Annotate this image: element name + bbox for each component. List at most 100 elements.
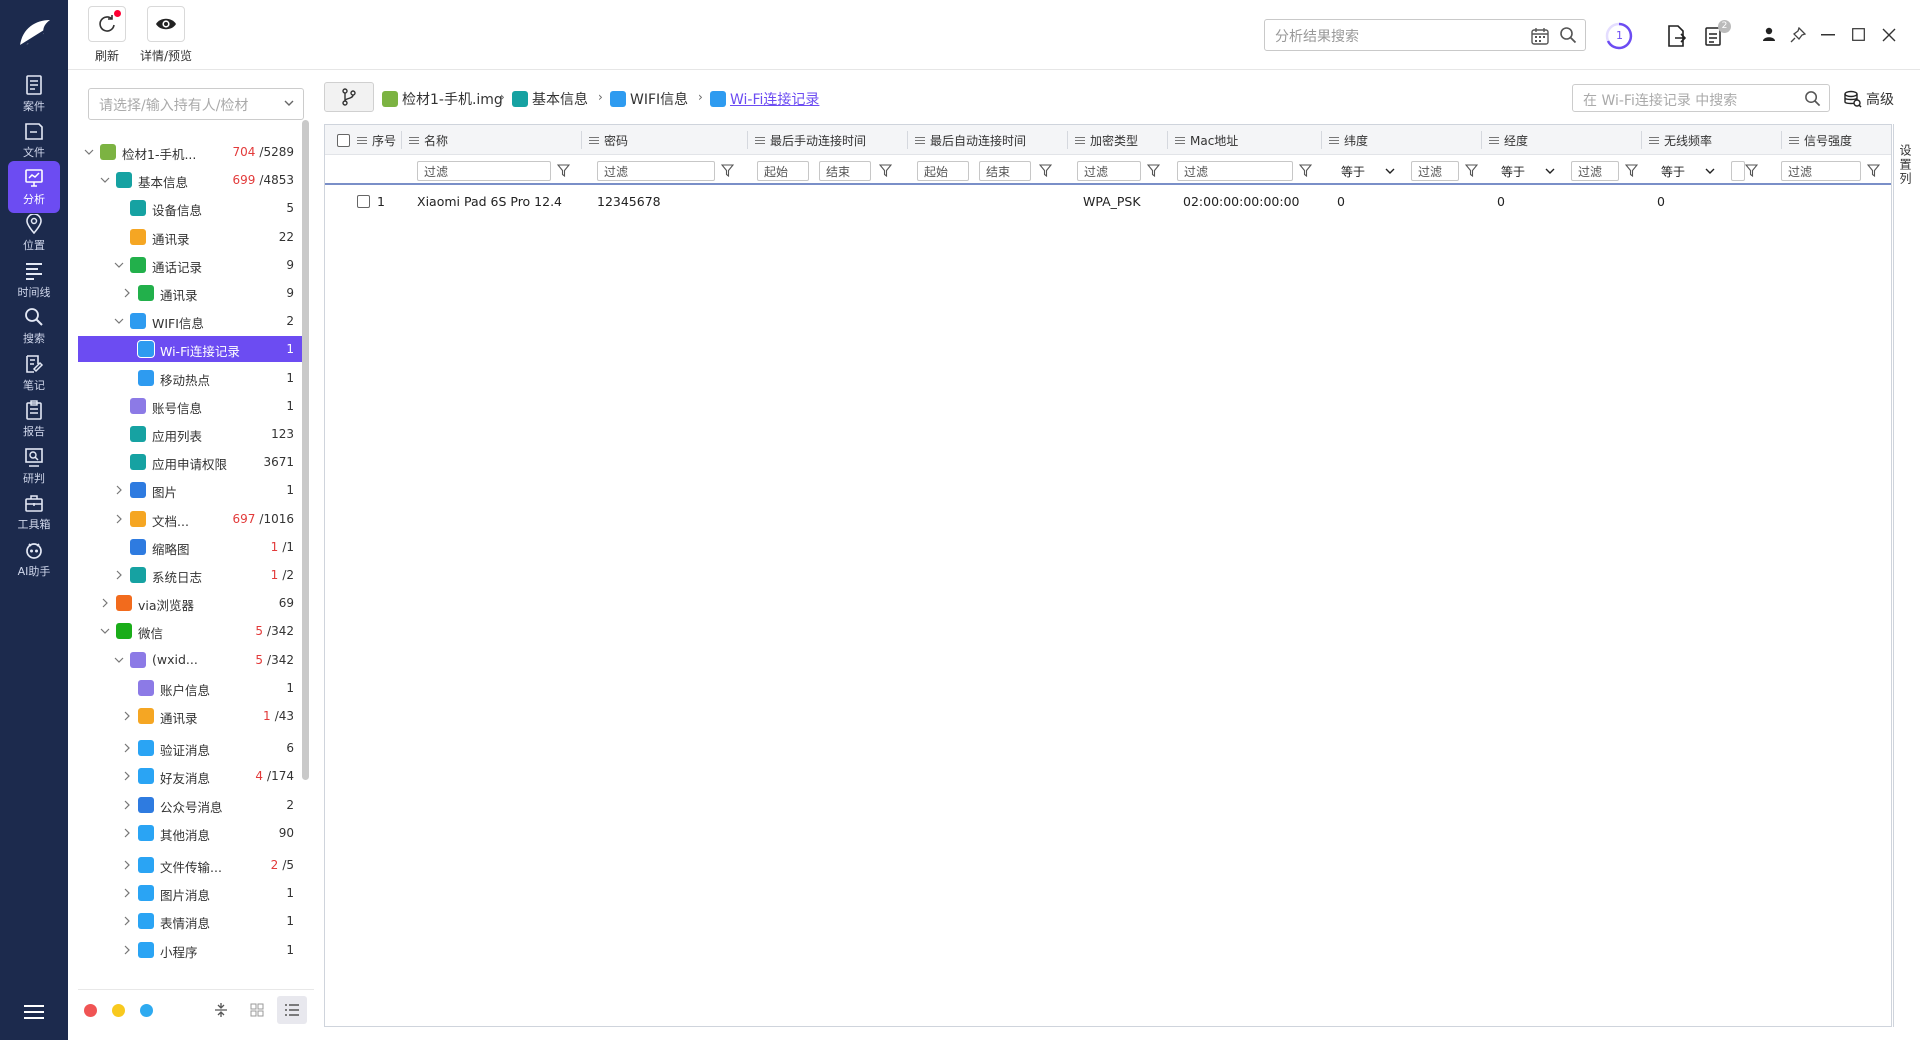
tree-item[interactable]: via浏览器 69: [78, 590, 302, 616]
tree-item[interactable]: 基本信息 699/4853: [78, 167, 302, 193]
chevron-right-icon[interactable]: [122, 800, 132, 810]
tree-item[interactable]: 设备信息 5: [78, 195, 302, 221]
tree-item[interactable]: 通讯录 1/43: [78, 703, 302, 729]
chevron-right-icon[interactable]: [122, 288, 132, 298]
drag-handle-icon[interactable]: [409, 136, 419, 144]
tree-item[interactable]: 图片消息 1: [78, 880, 302, 906]
column-header[interactable]: 名称: [409, 125, 448, 155]
column-header[interactable]: 最后手动连接时间: [755, 125, 866, 155]
chevron-right-icon[interactable]: [122, 860, 132, 870]
operator-select[interactable]: 等于: [1337, 161, 1399, 181]
filter-icon[interactable]: [1625, 164, 1638, 177]
filter-input[interactable]: [1731, 161, 1745, 181]
tree-item[interactable]: 文档... 697/1016: [78, 506, 302, 532]
column-header[interactable]: 密码: [589, 125, 628, 155]
filter-icon[interactable]: [1039, 164, 1052, 177]
table-search-input[interactable]: 在 Wi-Fi连接记录 中搜索: [1572, 84, 1830, 112]
drag-handle-icon[interactable]: [1329, 136, 1339, 144]
filter-icon[interactable]: [721, 164, 734, 177]
chevron-right-icon[interactable]: [114, 485, 124, 495]
chevron-down-icon[interactable]: [114, 260, 124, 270]
column-divider[interactable]: [401, 131, 402, 149]
drag-handle-icon[interactable]: [1489, 136, 1499, 144]
operator-select[interactable]: 等于: [1657, 161, 1719, 181]
tree-scrollbar[interactable]: [302, 120, 309, 780]
drag-handle-icon[interactable]: [1649, 136, 1659, 144]
tree-item[interactable]: 账户信息 1: [78, 675, 302, 701]
filter-input[interactable]: 过滤: [1177, 161, 1293, 181]
tree-item[interactable]: Wi-Fi连接记录 1: [78, 336, 302, 363]
tree-item[interactable]: 通讯录 9: [78, 280, 302, 306]
filter-input[interactable]: 过滤: [1571, 161, 1619, 181]
nav-item-folder[interactable]: 文件: [8, 115, 60, 167]
column-header[interactable]: 纬度: [1329, 125, 1368, 155]
grid-view-icon[interactable]: [250, 1003, 264, 1017]
detail-preview-button[interactable]: 详情/预览: [140, 6, 192, 64]
pin-icon[interactable]: [1790, 27, 1806, 43]
calendar-icon[interactable]: [1531, 27, 1549, 45]
tree-item[interactable]: 其他消息 90: [78, 820, 302, 846]
column-divider[interactable]: [1321, 131, 1322, 149]
tree-item[interactable]: 微信 5/342: [78, 618, 302, 644]
tree-item[interactable]: 表情消息 1: [78, 908, 302, 934]
filter-icon[interactable]: [1299, 164, 1312, 177]
filter-icon[interactable]: [1465, 164, 1478, 177]
chevron-down-icon[interactable]: [100, 626, 110, 636]
blue-tag-icon[interactable]: [140, 1004, 153, 1017]
breadcrumb-item[interactable]: 检材1-手机.img: [382, 89, 503, 109]
table-row[interactable]: 1 Xiaomi Pad 6S Pro 12.4 12345678 WPA_PSK 02…: [325, 187, 1891, 215]
tree-item[interactable]: 检材1-手机... 704/5289: [78, 139, 302, 165]
red-tag-icon[interactable]: [84, 1004, 97, 1017]
breadcrumb-item[interactable]: Wi-Fi连接记录: [710, 89, 819, 109]
column-header[interactable]: 加密类型: [1075, 125, 1138, 155]
menu-icon[interactable]: [24, 1005, 44, 1019]
column-divider[interactable]: [1167, 131, 1168, 149]
owner-select[interactable]: 请选择/输入持有人/检材: [88, 88, 304, 120]
chevron-right-icon[interactable]: [122, 945, 132, 955]
close-icon[interactable]: [1882, 28, 1896, 42]
nav-item-toolbox[interactable]: 工具箱: [8, 487, 60, 539]
filter-input[interactable]: 起始: [757, 161, 809, 181]
tree-item[interactable]: (wxid... 5/342: [78, 647, 302, 673]
column-divider[interactable]: [581, 131, 582, 149]
tree-item[interactable]: 验证消息 6: [78, 735, 302, 761]
chevron-down-icon[interactable]: [84, 147, 94, 157]
filter-input[interactable]: 结束: [979, 161, 1031, 181]
column-divider[interactable]: [1067, 131, 1068, 149]
column-header[interactable]: 无线频率: [1649, 125, 1712, 155]
maximize-icon[interactable]: [1852, 28, 1865, 41]
user-icon[interactable]: [1762, 27, 1776, 41]
column-header[interactable]: 经度: [1489, 125, 1528, 155]
nav-item-note[interactable]: 笔记: [8, 347, 60, 399]
tree-item[interactable]: 缩略图 1/1: [78, 534, 302, 560]
row-checkbox[interactable]: [357, 195, 370, 208]
chevron-down-icon[interactable]: [114, 316, 124, 326]
column-settings-tab[interactable]: 设置列: [1893, 124, 1914, 1027]
chevron-right-icon[interactable]: [114, 514, 124, 524]
column-header[interactable]: 序号: [357, 125, 396, 155]
search-icon[interactable]: [1804, 90, 1821, 107]
filter-icon[interactable]: [1147, 164, 1160, 177]
tree-item[interactable]: 账号信息 1: [78, 393, 302, 419]
filter-input[interactable]: 过滤: [1077, 161, 1141, 181]
drag-handle-icon[interactable]: [1175, 136, 1185, 144]
tree-item[interactable]: 图片 1: [78, 477, 302, 503]
refresh-box[interactable]: [88, 6, 126, 42]
column-divider[interactable]: [907, 131, 908, 149]
nav-item-analysis[interactable]: 分析: [8, 161, 60, 213]
tree-item[interactable]: 通讯录 22: [78, 224, 302, 250]
nav-item-timeline[interactable]: 时间线: [8, 254, 60, 306]
breadcrumb-item[interactable]: WIFI信息: [610, 89, 688, 109]
drag-handle-icon[interactable]: [1075, 136, 1085, 144]
refresh-button[interactable]: 刷新: [88, 6, 126, 64]
filter-input[interactable]: 起始: [917, 161, 969, 181]
chevron-right-icon[interactable]: [122, 771, 132, 781]
breadcrumb-item[interactable]: 基本信息: [512, 89, 588, 109]
tree-item[interactable]: 通话记录 9: [78, 252, 302, 278]
result-search-input[interactable]: 分析结果搜索: [1264, 19, 1586, 51]
filter-input[interactable]: 过滤: [1781, 161, 1861, 181]
filter-icon[interactable]: [879, 164, 892, 177]
nav-item-location[interactable]: 位置: [8, 208, 60, 260]
nav-item-judge[interactable]: 研判: [8, 440, 60, 492]
task-list-button[interactable]: 2: [1704, 20, 1731, 48]
